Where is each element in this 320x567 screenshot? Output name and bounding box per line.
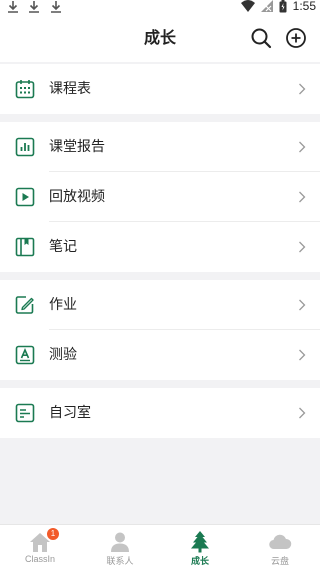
quiz-icon <box>15 345 35 365</box>
chevron-right-icon <box>299 141 306 153</box>
tab-contacts[interactable]: 联系人 <box>80 525 160 567</box>
contacts-icon <box>111 532 129 552</box>
add-circle-icon[interactable] <box>284 26 308 50</box>
report-chart-icon <box>15 137 35 157</box>
chevron-right-icon <box>299 407 306 419</box>
download-icon <box>29 1 39 13</box>
chevron-right-icon <box>299 349 306 361</box>
menu-item-label: 课程表 <box>49 81 91 97</box>
menu-group-schedule: 课程表 <box>0 64 320 114</box>
tab-growth[interactable]: 成长 <box>160 525 240 567</box>
tab-classin[interactable]: 1 ClassIn <box>0 525 80 567</box>
menu-item-label: 作业 <box>49 297 77 313</box>
menu-item-notes[interactable]: 笔记 <box>0 222 320 272</box>
search-icon[interactable] <box>249 26 273 50</box>
menu-group-class-records: 课堂报告 回放视频 笔记 <box>0 122 320 272</box>
chevron-right-icon <box>299 241 306 253</box>
battery-icon <box>279 0 287 12</box>
menu-item-label: 自习室 <box>49 405 91 421</box>
no-signal-icon <box>260 0 273 12</box>
clock: 1:55 <box>292 0 316 13</box>
menu-item-schedule[interactable]: 课程表 <box>0 64 320 114</box>
menu-item-quiz[interactable]: 测验 <box>0 330 320 380</box>
menu-item-label: 回放视频 <box>49 189 105 205</box>
tab-label: 成长 <box>190 556 209 566</box>
tab-label: 联系人 <box>106 556 134 566</box>
study-room-icon <box>15 403 35 423</box>
menu-group-study: 自习室 <box>0 388 320 438</box>
tab-label: 云盘 <box>270 556 289 566</box>
status-bar: 1:55 <box>0 0 320 14</box>
menu-item-playback-video[interactable]: 回放视频 <box>0 172 320 222</box>
menu-item-label: 课堂报告 <box>49 139 105 155</box>
menu-item-study-room[interactable]: 自习室 <box>0 388 320 438</box>
tab-cloud-drive[interactable]: 云盘 <box>240 525 320 567</box>
notebook-icon <box>15 237 35 257</box>
tree-icon <box>191 531 209 553</box>
notification-badge: 1 <box>47 528 59 540</box>
chevron-right-icon <box>299 191 306 203</box>
calendar-icon <box>15 80 35 99</box>
download-icon <box>8 1 18 13</box>
menu-item-homework[interactable]: 作业 <box>0 280 320 330</box>
tab-label: ClassIn <box>24 554 55 564</box>
top-app-bar: 成长 <box>0 14 320 62</box>
chevron-right-icon <box>299 299 306 311</box>
homework-edit-icon <box>15 296 34 314</box>
menu-item-label: 笔记 <box>49 239 77 255</box>
wifi-icon <box>240 0 255 12</box>
bottom-tab-bar: 1 ClassIn 联系人 成长 云盘 <box>0 524 320 567</box>
menu-item-class-report[interactable]: 课堂报告 <box>0 122 320 172</box>
cloud-icon <box>269 534 292 550</box>
download-icon <box>51 1 61 13</box>
play-video-icon <box>15 187 35 207</box>
menu-item-label: 测验 <box>49 347 77 363</box>
menu-group-assessments: 作业 测验 <box>0 280 320 380</box>
chevron-right-icon <box>299 83 306 95</box>
